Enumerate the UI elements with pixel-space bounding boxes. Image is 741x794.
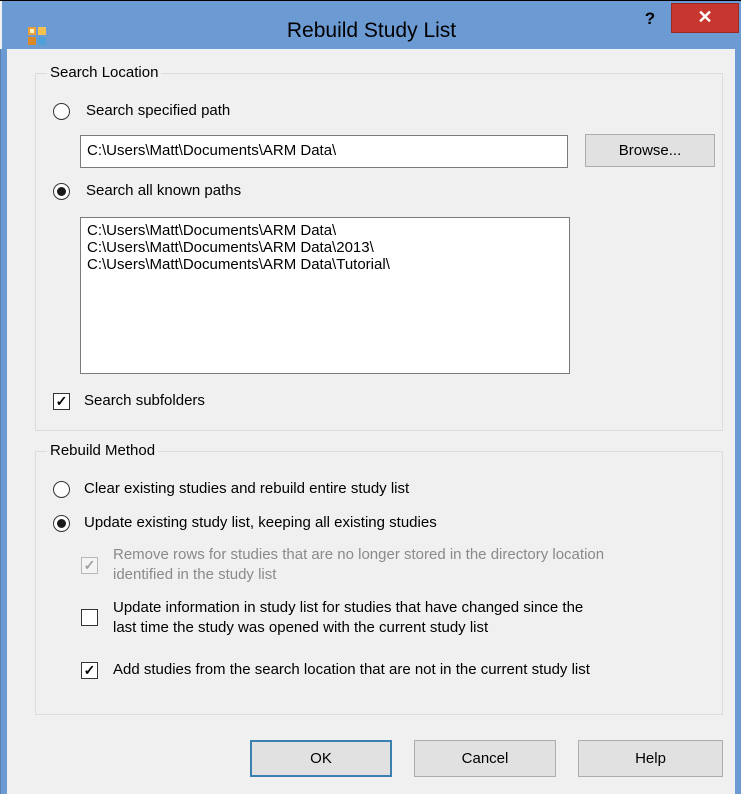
search-specified-path-radio[interactable] — [53, 103, 70, 120]
update-existing-radio[interactable] — [53, 515, 70, 532]
help-button-label: Help — [635, 750, 666, 767]
left-frame — [1, 49, 7, 794]
list-item[interactable]: C:\Users\Matt\Documents\ARM Data\Tutoria… — [87, 256, 563, 273]
path-input[interactable]: C:\Users\Matt\Documents\ARM Data\ — [80, 135, 568, 168]
list-item[interactable]: C:\Users\Matt\Documents\ARM Data\ — [87, 222, 563, 239]
known-paths-list[interactable]: C:\Users\Matt\Documents\ARM Data\ C:\Use… — [80, 217, 570, 374]
help-button[interactable]: Help — [578, 740, 723, 777]
help-title-button[interactable]: ? — [635, 8, 665, 34]
search-subfolders-label[interactable]: Search subfolders — [84, 392, 205, 409]
rebuild-study-list-dialog: Rebuild Study List ? ✕ Search Location S… — [0, 0, 741, 794]
remove-rows-label-line1: Remove rows for studies that are no long… — [113, 546, 605, 563]
search-all-known-paths-radio[interactable] — [53, 183, 70, 200]
update-information-label-line1[interactable]: Update information in study list for stu… — [113, 599, 583, 616]
add-studies-label[interactable]: Add studies from the search location tha… — [113, 661, 590, 678]
clear-existing-radio[interactable] — [53, 481, 70, 498]
update-information-label-line2[interactable]: last time the study was opened with the … — [113, 619, 488, 636]
list-item[interactable]: C:\Users\Matt\Documents\ARM Data\2013\ — [87, 239, 563, 256]
browse-button-label: Browse... — [618, 142, 682, 159]
search-specified-path-label[interactable]: Search specified path — [86, 102, 230, 119]
remove-rows-label-line2: identified in the study list — [113, 566, 277, 583]
title-bar[interactable]: Rebuild Study List ? ✕ — [2, 1, 741, 49]
search-location-legend: Search Location — [47, 64, 162, 81]
ok-button[interactable]: OK — [250, 740, 392, 777]
update-existing-label[interactable]: Update existing study list, keeping all … — [84, 514, 437, 531]
close-button[interactable]: ✕ — [671, 3, 739, 33]
add-studies-checkbox[interactable]: ✓ — [81, 662, 98, 679]
search-subfolders-checkbox[interactable]: ✓ — [53, 393, 70, 410]
clear-existing-label[interactable]: Clear existing studies and rebuild entir… — [84, 480, 409, 497]
cancel-button-label: Cancel — [461, 750, 509, 767]
ok-button-label: OK — [310, 750, 332, 767]
cancel-button[interactable]: Cancel — [414, 740, 556, 777]
browse-button[interactable]: Browse... — [585, 134, 715, 167]
remove-rows-checkbox[interactable]: ✓ — [81, 557, 98, 574]
right-frame — [735, 49, 741, 794]
window-title: Rebuild Study List — [286, 19, 457, 42]
search-all-known-paths-label[interactable]: Search all known paths — [86, 182, 241, 199]
rebuild-method-legend: Rebuild Method — [47, 442, 159, 459]
update-information-checkbox[interactable] — [81, 609, 98, 626]
